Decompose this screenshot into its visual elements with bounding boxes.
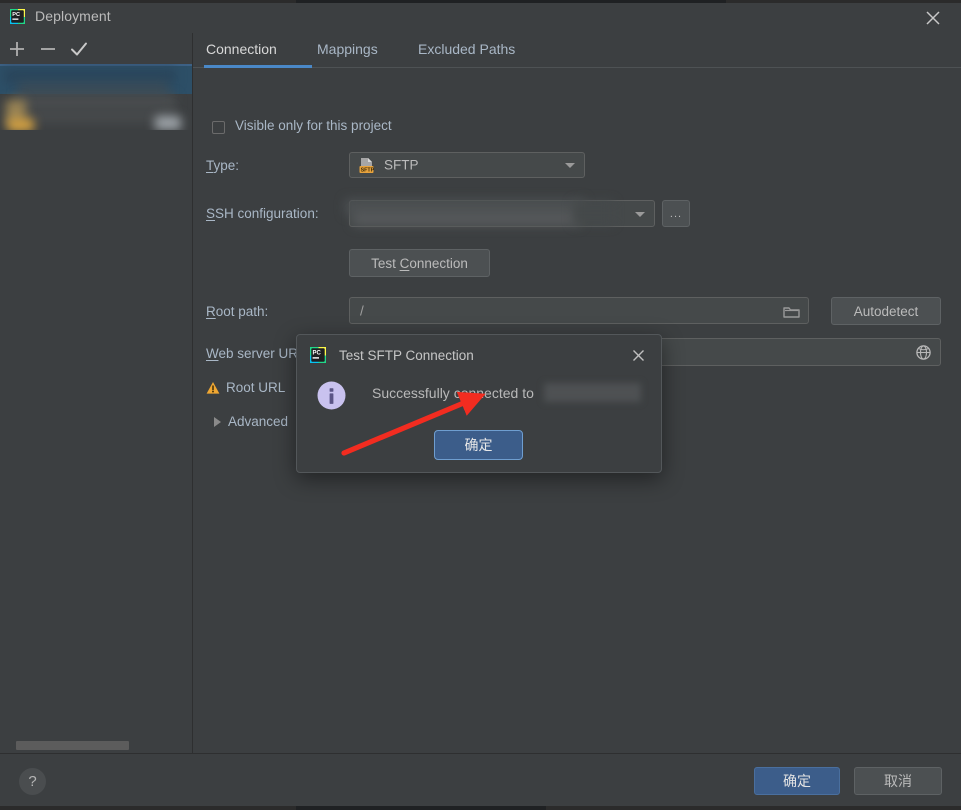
type-value: SFTP: [384, 157, 419, 173]
svg-text:PC: PC: [313, 351, 322, 357]
redaction-blur: [155, 116, 181, 130]
test-sftp-connection-dialog: PC Test SFTP Connection Successfully con…: [296, 334, 662, 473]
ssh-configuration-browse-button[interactable]: ...: [662, 200, 690, 227]
tab-mappings[interactable]: Mappings: [317, 41, 378, 57]
redaction-blur: [18, 82, 168, 96]
advanced-expander[interactable]: Advanced: [214, 414, 288, 429]
horizontal-scrollbar[interactable]: [16, 741, 129, 750]
visible-only-label: Visible only for this project: [235, 118, 392, 133]
folder-icon[interactable]: [783, 303, 800, 320]
servers-sidebar: [0, 33, 193, 753]
svg-text:SFTP: SFTP: [361, 168, 375, 174]
tab-excluded-paths[interactable]: Excluded Paths: [418, 41, 515, 57]
close-icon[interactable]: [629, 346, 648, 365]
root-path-label: Root path:: [206, 304, 269, 319]
autodetect-button[interactable]: Autodetect: [831, 297, 941, 325]
pycharm-icon: PC: [309, 346, 327, 364]
svg-text:PC: PC: [12, 12, 20, 18]
warning-icon: [206, 381, 220, 395]
window-edge-top-notch: [296, 0, 726, 3]
close-icon[interactable]: [921, 6, 945, 30]
minus-icon[interactable]: [37, 38, 59, 60]
sftp-icon: SFTP: [358, 157, 375, 174]
server-list: [0, 64, 192, 130]
test-connection-label: Test Connection: [371, 255, 468, 271]
redaction-blur: [22, 108, 172, 124]
settings-tabs: Connection Mappings Excluded Paths: [193, 33, 961, 69]
dialog-title-bar: PC Deployment: [0, 0, 961, 33]
test-connection-button[interactable]: Test Connection: [349, 249, 490, 277]
chevron-down-icon: [635, 211, 645, 217]
ok-button[interactable]: 确定: [754, 767, 840, 795]
root-path-value: /: [360, 303, 364, 318]
redaction-blur: [573, 201, 613, 225]
question-mark-icon[interactable]: ?: [19, 768, 46, 795]
modal-message: Successfully connected to: [372, 385, 534, 401]
dialog-title: Deployment: [35, 8, 111, 24]
type-combobox[interactable]: SFTP SFTP: [349, 152, 585, 178]
tab-connection[interactable]: Connection: [206, 41, 277, 57]
chevron-right-icon: [214, 416, 221, 427]
modal-ok-button[interactable]: 确定: [434, 430, 523, 460]
root-path-input[interactable]: /: [349, 297, 809, 324]
ssh-configuration-label: SSH configuration:: [206, 206, 319, 221]
sftp-icon: [8, 119, 34, 130]
check-icon[interactable]: [68, 38, 90, 60]
root-url-warning-text: Root URL: [226, 380, 286, 395]
redaction-blur: [353, 211, 581, 226]
globe-icon[interactable]: [915, 344, 932, 361]
modal-title: Test SFTP Connection: [339, 348, 474, 363]
advanced-label: Advanced: [228, 414, 289, 429]
window-edge-bottom-notch: [296, 806, 546, 810]
sidebar-toolbar: [0, 33, 192, 64]
type-label: Type:: [206, 158, 240, 173]
visible-only-checkbox[interactable]: [212, 121, 225, 134]
cancel-button[interactable]: 取消: [854, 767, 942, 795]
info-icon: [315, 379, 348, 412]
active-tab-indicator: [204, 65, 312, 68]
chevron-down-icon: [565, 163, 575, 168]
deployment-dialog: PC Deployment Connection Mappings Exclud…: [0, 0, 961, 810]
pycharm-icon: PC: [9, 8, 26, 25]
redaction-blur: [544, 383, 641, 402]
web-server-url-label: Web server URL:: [206, 346, 310, 361]
plus-icon[interactable]: [6, 38, 28, 60]
root-url-warning: Root URL: [206, 380, 285, 395]
